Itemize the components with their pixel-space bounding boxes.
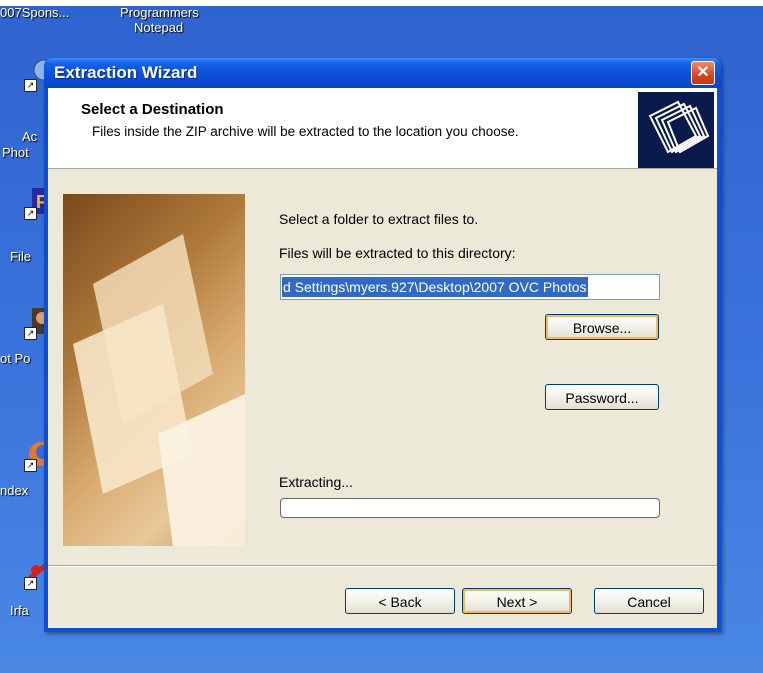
wizard-header: Select a Destination Files inside the ZI… [48,88,717,169]
shortcut-arrow-icon: ↗ [24,459,37,472]
browse-button[interactable]: Browse... [545,314,659,340]
extraction-progress-bar [280,498,660,518]
desktop-icon-label-irfa[interactable]: Irfa [10,604,29,618]
shortcut-arrow-icon: ↗ [24,207,37,220]
cancel-button[interactable]: Cancel [594,588,704,614]
desktop-icon-label-sponsor[interactable]: 007Spons... [0,6,69,20]
password-button[interactable]: Password... [545,384,659,410]
shortcut-arrow-icon: ↗ [24,327,37,340]
directory-label: Files will be extracted to this director… [279,245,516,261]
desktop-icon-label-ac[interactable]: Ac [22,130,37,144]
next-button[interactable]: Next > [462,588,572,614]
select-folder-label: Select a folder to extract files to. [279,211,479,227]
desktop-icon-label-file[interactable]: File [10,250,31,264]
destination-path-input[interactable]: d Settings\myers.927\Desktop\2007 OVC Ph… [280,274,660,300]
desktop-icon-label-programmers[interactable]: Programmers [120,6,199,20]
extraction-wizard-dialog: Extraction Wizard ✕ Select a Destination… [44,58,721,632]
desktop-icon-label-phot[interactable]: Phot [2,146,29,160]
back-button[interactable]: < Back [345,588,455,614]
desktop-icon-label-notepad[interactable]: Notepad [134,21,183,35]
desktop-icon-label-ot-po[interactable]: ot Po [0,352,30,366]
close-button[interactable]: ✕ [691,61,715,85]
shortcut-arrow-icon: ↗ [24,79,37,92]
footer-separator [48,565,717,567]
page-title: Select a Destination [81,101,224,118]
window-title: Extraction Wizard [54,63,198,82]
wizard-side-image [63,194,245,546]
extracting-label: Extracting... [279,474,353,490]
title-bar[interactable]: Extraction Wizard ✕ [44,58,721,88]
destination-path-text: d Settings\myers.927\Desktop\2007 OVC Ph… [282,277,588,297]
folders-icon [638,92,714,168]
desktop-icon-label-ndex[interactable]: ndex [0,484,28,498]
dialog-body: Select a Destination Files inside the ZI… [48,88,717,628]
shortcut-arrow-icon: ↗ [24,577,37,590]
page-description: Files inside the ZIP archive will be ext… [92,124,519,139]
